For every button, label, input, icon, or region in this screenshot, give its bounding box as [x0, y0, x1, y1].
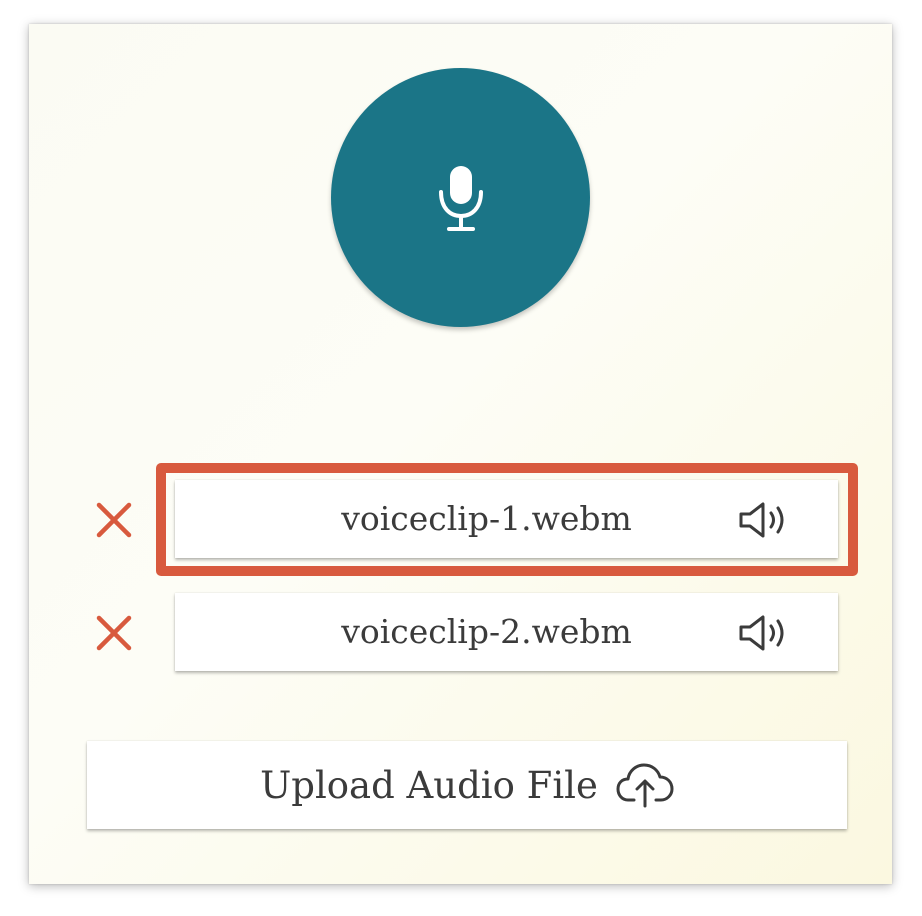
speaker-icon: [739, 615, 784, 651]
microphone-icon: [438, 165, 483, 231]
clip-play-button[interactable]: voiceclip-2.webm: [175, 593, 838, 671]
remove-clip-button[interactable]: [95, 614, 133, 652]
speaker-icon: [739, 502, 784, 538]
remove-clip-button[interactable]: [95, 501, 133, 539]
clip-play-button[interactable]: voiceclip-1.webm: [175, 480, 838, 558]
upload-audio-button[interactable]: Upload Audio File: [87, 741, 847, 829]
upload-button-label: Upload Audio File: [260, 763, 598, 807]
clip-row: voiceclip-1.webm: [0, 480, 922, 560]
close-icon: [96, 502, 132, 538]
cloud-upload-icon: [616, 763, 674, 808]
clip-row: voiceclip-2.webm: [0, 593, 922, 673]
close-icon: [96, 615, 132, 651]
record-button[interactable]: [331, 68, 590, 327]
